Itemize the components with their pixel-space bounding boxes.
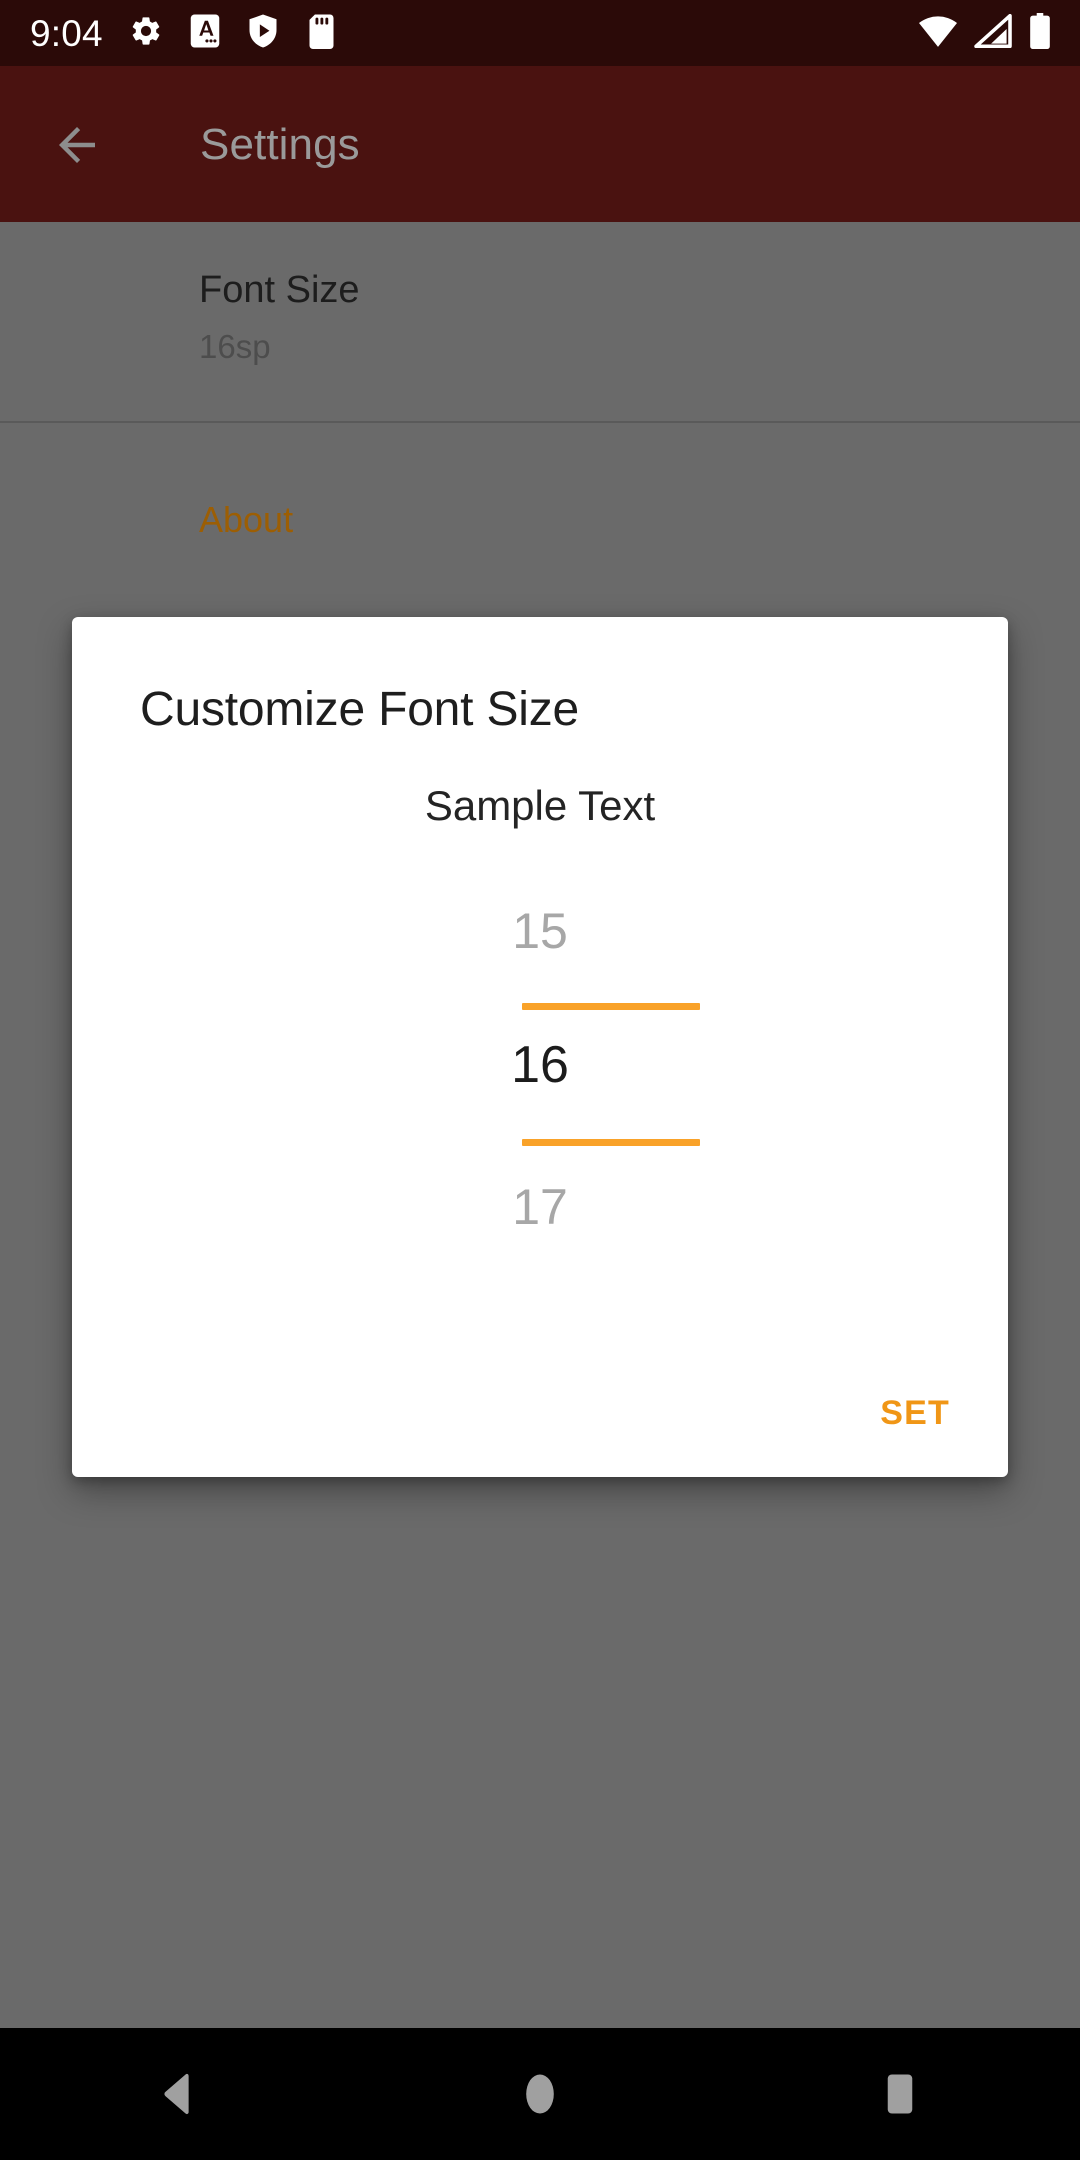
picker-selection-line-bottom	[522, 1139, 700, 1146]
triangle-back-icon	[164, 2073, 189, 2115]
preference-title: Font Size	[199, 269, 360, 311]
page-title: Settings	[200, 120, 360, 169]
android-screen: 9:04 Settings Font Size 16sp About Custo…	[0, 0, 1080, 2160]
dialog-title: Customize Font Size	[140, 683, 580, 736]
picker-value-previous[interactable]: 15	[72, 876, 1008, 986]
font-a-icon	[189, 13, 221, 54]
wifi-icon	[918, 14, 958, 53]
arrow-back-icon	[59, 127, 95, 163]
back-button[interactable]	[48, 116, 106, 174]
list-divider	[0, 421, 1080, 423]
status-bar: 9:04	[0, 0, 1080, 66]
battery-icon	[1028, 12, 1052, 54]
status-bar-right-group	[918, 12, 1052, 54]
dialog-button-bar: SET	[72, 1349, 1008, 1477]
square-recents-icon	[887, 2074, 913, 2114]
preference-summary: 16sp	[199, 328, 271, 365]
picker-value-next[interactable]: 17	[72, 1152, 1008, 1262]
status-clock: 9:04	[30, 12, 103, 54]
nav-recents-button[interactable]	[820, 2028, 980, 2160]
settings-gear-icon	[129, 14, 163, 53]
picker-value-selected[interactable]: 16	[72, 1010, 1008, 1120]
section-header-about: About	[199, 499, 294, 540]
status-bar-left-group: 9:04	[30, 13, 335, 54]
font-size-number-picker[interactable]: 15 16 17	[72, 862, 1008, 1262]
shield-play-icon	[247, 13, 279, 54]
nav-back-button[interactable]	[100, 2028, 260, 2160]
set-button[interactable]: SET	[856, 1376, 974, 1451]
sample-text-preview: Sample Text	[424, 782, 656, 829]
app-bar: Settings	[0, 66, 1080, 222]
picker-selection-line-top	[522, 1003, 700, 1010]
preference-font-size[interactable]: Font Size 16sp	[0, 222, 1080, 421]
circle-home-icon	[526, 2074, 554, 2114]
nav-home-button[interactable]	[460, 2028, 620, 2160]
sd-card-icon	[305, 13, 335, 54]
navigation-bar	[0, 2028, 1080, 2160]
customize-font-size-dialog: Customize Font Size Sample Text 15 16 17…	[72, 617, 1008, 1477]
cellular-signal-icon	[974, 13, 1012, 53]
